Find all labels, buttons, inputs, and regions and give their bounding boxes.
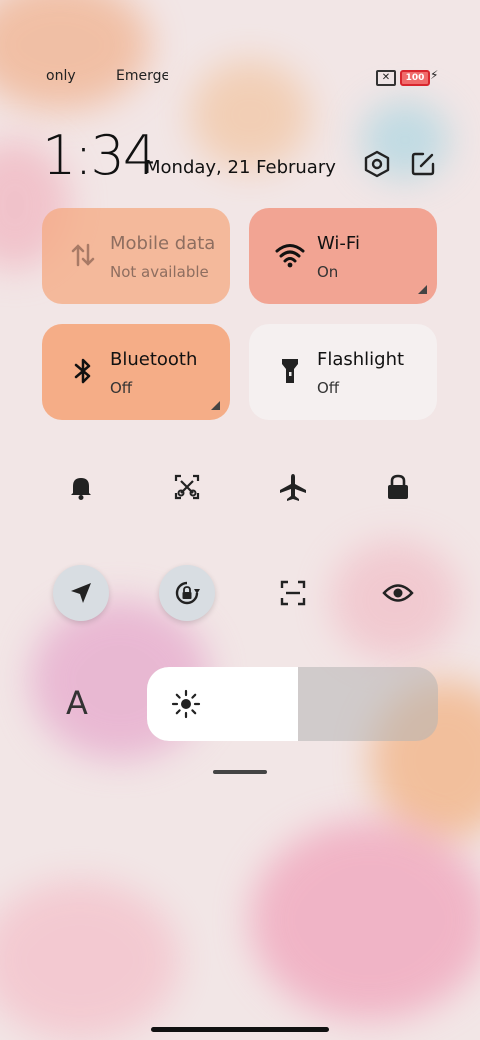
- tile-label: Flashlight: [317, 349, 405, 370]
- battery-icon: 100: [400, 70, 430, 86]
- tile-status: Not available: [110, 263, 209, 281]
- toggle-location[interactable]: [53, 565, 109, 621]
- tile-status: Off: [110, 379, 133, 397]
- lock-icon: [388, 474, 408, 499]
- panel-drag-handle[interactable]: [213, 770, 267, 774]
- no-sim-icon: ✕: [376, 70, 396, 86]
- tile-wifi[interactable]: Wi-Fi On: [249, 208, 437, 304]
- mobile-data-icon: [71, 243, 95, 267]
- brightness-slider[interactable]: [147, 667, 438, 741]
- screenshot-icon: [174, 474, 200, 500]
- bell-icon: [71, 478, 91, 500]
- tile-bluetooth[interactable]: Bluetooth Off: [42, 324, 230, 420]
- rotation-lock-icon: [175, 581, 200, 605]
- scan-icon: [280, 580, 306, 606]
- bluetooth-icon: [74, 358, 91, 384]
- date-label: Monday, 21 February: [145, 157, 336, 178]
- tile-status: On: [317, 263, 339, 281]
- toggle-screenshot[interactable]: [159, 459, 215, 515]
- font-size-button[interactable]: A: [66, 684, 88, 722]
- toggle-sound[interactable]: [53, 459, 109, 515]
- brightness-fill: [147, 667, 299, 741]
- airplane-icon: [280, 474, 306, 501]
- tile-status: Off: [317, 379, 340, 397]
- expand-corner-icon[interactable]: [211, 401, 220, 410]
- wifi-icon: [275, 244, 305, 268]
- carrier-text: only: [46, 68, 76, 84]
- expand-corner-icon[interactable]: [418, 285, 427, 294]
- bolt-icon: ⚡: [430, 68, 439, 82]
- home-gesture-bar[interactable]: [151, 1027, 329, 1032]
- toggle-scanner[interactable]: [265, 565, 321, 621]
- emergency-text: Emergency: [116, 68, 168, 84]
- eye-icon: [382, 584, 414, 602]
- edit-icon[interactable]: [409, 150, 437, 178]
- tile-label: Mobile data: [110, 233, 216, 254]
- tile-mobile-data[interactable]: Mobile data Not available: [42, 208, 230, 304]
- toggle-rotation-lock[interactable]: [159, 565, 215, 621]
- status-bar: only Emergency ✕ 100 ⚡: [0, 66, 480, 88]
- sun-icon: [171, 689, 201, 719]
- tile-flashlight[interactable]: Flashlight Off: [249, 324, 437, 420]
- tile-label: Wi-Fi: [317, 233, 360, 254]
- location-icon: [71, 583, 91, 603]
- clock: 1:34: [42, 124, 157, 187]
- toggle-reading-mode[interactable]: [370, 565, 426, 621]
- flashlight-icon: [282, 359, 298, 383]
- toggle-airplane[interactable]: [265, 459, 321, 515]
- settings-hex-icon[interactable]: [363, 150, 391, 178]
- tile-label: Bluetooth: [110, 349, 198, 370]
- toggle-lock[interactable]: [370, 459, 426, 515]
